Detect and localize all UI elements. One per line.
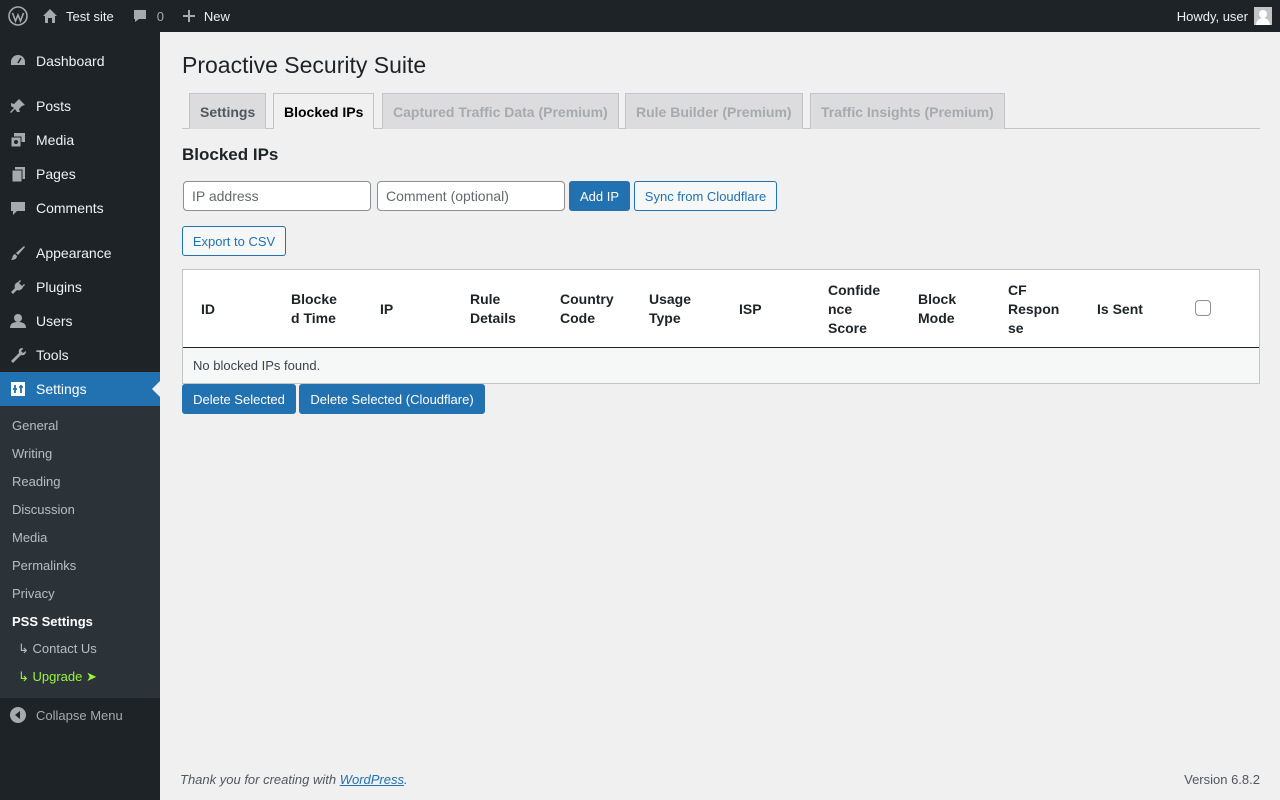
user-icon — [0, 312, 36, 330]
sidebar-item-plugins[interactable]: Plugins — [0, 270, 160, 304]
sidebar-item-label: Settings — [36, 381, 87, 397]
settings-submenu: General Writing Reading Discussion Media… — [0, 406, 160, 698]
blocked-ips-table: ID Blocke d Time IP Rule Details Country… — [182, 269, 1260, 384]
submenu-item-writing[interactable]: Writing — [12, 439, 52, 467]
sidebar-item-label: Pages — [36, 166, 76, 182]
submenu-item-reading[interactable]: Reading — [12, 467, 60, 495]
sidebar-item-label: Dashboard — [36, 53, 105, 69]
column-header[interactable]: ISP — [721, 270, 801, 348]
sidebar-item-media[interactable]: Media — [0, 123, 160, 157]
home-icon — [43, 9, 57, 23]
sidebar-item-dashboard[interactable]: Dashboard — [0, 44, 160, 78]
dashboard-icon — [0, 52, 36, 70]
comments-link[interactable]: 0 — [122, 0, 172, 32]
media-icon — [0, 131, 36, 149]
main-content: Proactive Security Suite Settings Blocke… — [160, 32, 1280, 800]
column-header[interactable]: CF Respon se — [990, 270, 1064, 348]
howdy-text: Howdy, user — [1176, 8, 1248, 24]
empty-message: No blocked IPs found. — [193, 358, 321, 373]
tab-blocked-ips[interactable]: Blocked IPs — [273, 93, 375, 129]
sidebar-item-posts[interactable]: Posts — [0, 89, 160, 123]
tab-traffic-insights[interactable]: Traffic Insights (Premium) — [810, 93, 1005, 129]
column-header[interactable]: IP — [362, 270, 452, 348]
sidebar-item-pages[interactable]: Pages — [0, 157, 160, 191]
plus-icon — [182, 10, 195, 22]
tab-bar: Settings Blocked IPs Captured Traffic Da… — [182, 93, 1260, 129]
collapse-menu-button[interactable]: Collapse Menu — [0, 698, 160, 732]
page-title: Proactive Security Suite — [182, 52, 427, 78]
column-header[interactable]: Is Sent — [1079, 270, 1169, 348]
ip-address-input[interactable] — [183, 181, 371, 211]
submenu-item-pss-settings[interactable]: PSS Settings — [12, 607, 93, 635]
submenu-item-general[interactable]: General — [12, 411, 58, 439]
collapse-icon — [0, 706, 36, 724]
new-label: New — [203, 8, 230, 24]
section-title: Blocked IPs — [182, 145, 279, 164]
sidebar-item-label: Media — [36, 132, 75, 148]
new-content-link[interactable]: New — [172, 0, 238, 32]
wordpress-logo-icon[interactable] — [0, 0, 36, 32]
empty-table-row: No blocked IPs found. — [183, 348, 1259, 383]
collapse-label: Collapse Menu — [36, 707, 123, 723]
comments-count: 0 — [156, 8, 164, 24]
footer-thanks: Thank you for creating with WordPress. — [180, 772, 408, 787]
submenu-item-media[interactable]: Media — [12, 523, 47, 551]
site-name: Test site — [66, 8, 114, 24]
delete-selected-cloudflare-button[interactable]: Delete Selected (Cloudflare) — [299, 384, 485, 414]
add-ip-button[interactable]: Add IP — [569, 181, 630, 211]
wrench-icon — [0, 346, 36, 364]
version-text: Version 6.8.2 — [1184, 772, 1260, 787]
settings-icon — [0, 380, 36, 398]
column-header[interactable]: ID — [183, 270, 273, 348]
admin-bar: Test site 0 New Howdy, user — [0, 0, 1280, 32]
admin-sidebar: Dashboard Posts Media Pages Comments App… — [0, 32, 160, 800]
brush-icon — [0, 244, 36, 262]
pin-icon — [0, 97, 36, 115]
submenu-item-privacy[interactable]: Privacy — [12, 579, 55, 607]
sidebar-item-label: Plugins — [36, 279, 82, 295]
sidebar-item-label: Tools — [36, 347, 69, 363]
column-header[interactable]: Usage Type — [631, 270, 711, 348]
footer-thanks-suffix: . — [404, 772, 408, 787]
column-header[interactable]: Country Code — [542, 270, 627, 348]
export-csv-button[interactable]: Export to CSV — [182, 226, 286, 256]
sidebar-item-label: Posts — [36, 98, 72, 114]
sidebar-item-label: Comments — [36, 200, 104, 216]
sidebar-item-label: Users — [36, 313, 73, 329]
sidebar-item-label: Appearance — [36, 245, 112, 261]
comment-icon — [0, 199, 36, 217]
column-header[interactable]: Block Mode — [900, 270, 966, 348]
sidebar-item-users[interactable]: Users — [0, 304, 160, 338]
submenu-item-permalinks[interactable]: Permalinks — [12, 551, 76, 579]
column-header[interactable]: Rule Details — [452, 270, 532, 348]
submenu-item-contact-us[interactable]: ↳ Contact Us — [18, 635, 97, 663]
comment-input[interactable] — [377, 181, 565, 211]
sidebar-item-settings[interactable]: Settings — [0, 372, 160, 406]
pages-icon — [0, 165, 36, 183]
sync-cloudflare-button[interactable]: Sync from Cloudflare — [634, 181, 777, 211]
tab-settings[interactable]: Settings — [189, 93, 267, 129]
sidebar-item-comments[interactable]: Comments — [0, 191, 160, 225]
comment-icon — [133, 10, 146, 22]
column-header[interactable]: Blocke d Time — [273, 270, 343, 348]
tab-captured-traffic[interactable]: Captured Traffic Data (Premium) — [382, 93, 619, 129]
tab-rule-builder[interactable]: Rule Builder (Premium) — [625, 93, 803, 129]
delete-selected-button[interactable]: Delete Selected — [182, 384, 296, 414]
sidebar-item-tools[interactable]: Tools — [0, 338, 160, 372]
footer-thanks-prefix: Thank you for creating with — [180, 772, 340, 787]
column-header[interactable]: Confide nce Score — [810, 270, 884, 348]
table-header: ID Blocke d Time IP Rule Details Country… — [183, 270, 1259, 348]
site-link[interactable]: Test site — [36, 0, 122, 32]
avatar — [1254, 7, 1272, 25]
submenu-item-discussion[interactable]: Discussion — [12, 495, 75, 523]
wordpress-link[interactable]: WordPress — [340, 772, 404, 787]
plug-icon — [0, 278, 36, 296]
select-all-checkbox[interactable] — [1195, 300, 1211, 316]
account-menu[interactable]: Howdy, user — [1177, 0, 1280, 32]
submenu-item-upgrade[interactable]: ↳ Upgrade ➤ — [18, 663, 97, 691]
sidebar-item-appearance[interactable]: Appearance — [0, 236, 160, 270]
